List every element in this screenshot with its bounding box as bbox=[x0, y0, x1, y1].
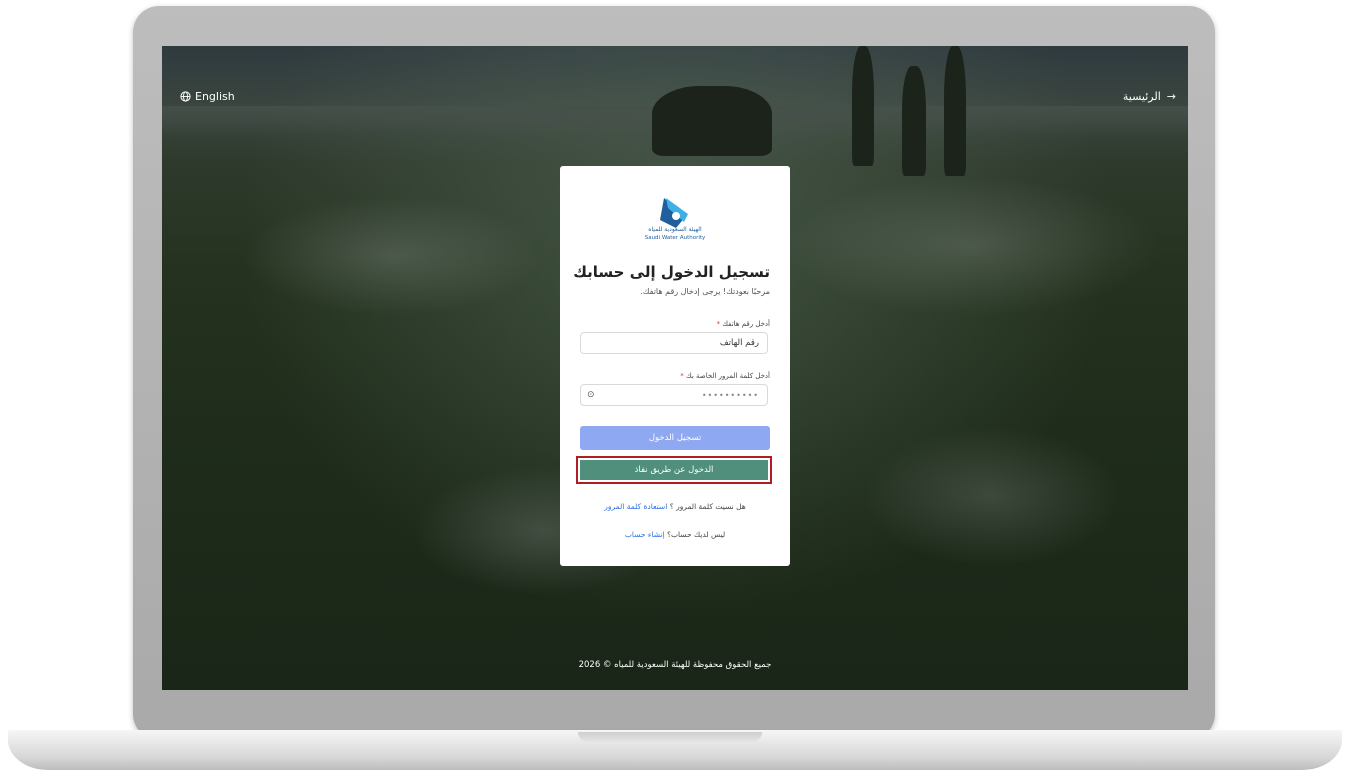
page-title: تسجيل الدخول إلى حسابك bbox=[573, 263, 770, 281]
phone-field[interactable]: رقم الهاتف bbox=[580, 332, 768, 354]
required-mark: * bbox=[680, 372, 684, 380]
login-card: الهيئة السعودية للمياه Saudi Water Autho… bbox=[560, 166, 790, 566]
home-link[interactable]: الرئيسية → bbox=[1123, 90, 1176, 103]
required-mark: * bbox=[716, 320, 721, 328]
background-spray bbox=[862, 426, 1122, 566]
globe-icon bbox=[180, 91, 191, 102]
background-spray bbox=[782, 176, 1162, 316]
create-account-link[interactable]: إنشاء حساب bbox=[625, 530, 665, 539]
phone-placeholder: رقم الهاتف bbox=[719, 338, 759, 348]
background-tree bbox=[852, 46, 874, 166]
home-label: الرئيسية bbox=[1122, 90, 1161, 103]
nafath-highlight: الدخول عن طريق نفاذ bbox=[576, 456, 772, 484]
password-label: أدخل كلمة المرور الخاصة بك * bbox=[680, 372, 770, 380]
background-spray bbox=[242, 196, 542, 316]
laptop-notch bbox=[578, 732, 762, 742]
background-trees bbox=[652, 86, 772, 156]
copyright-footer: جميع الحقوق محفوظة للهيئة السعودية للميا… bbox=[578, 660, 772, 670]
recover-password-link[interactable]: استعادة كلمة المرور bbox=[604, 502, 667, 511]
language-switch[interactable]: English bbox=[180, 90, 235, 103]
background-tree bbox=[944, 46, 966, 176]
eye-icon[interactable]: ⊙ bbox=[587, 390, 595, 400]
logo-name-en: Saudi Water Authority bbox=[644, 235, 706, 241]
arrow-right-icon: → bbox=[1166, 90, 1176, 103]
signup-row: ليس لديك حساب؟ إنشاء حساب bbox=[560, 530, 790, 539]
language-label: English bbox=[195, 90, 235, 103]
password-field[interactable]: •••••••••• ⊙ bbox=[580, 384, 768, 406]
forgot-text: هل نسيت كلمة المرور ؟ bbox=[669, 502, 746, 511]
phone-label: أدخل رقم هاتفك * bbox=[716, 320, 770, 328]
background-tree bbox=[902, 66, 926, 176]
logo-name-ar: الهيئة السعودية للمياه bbox=[648, 226, 702, 233]
no-account-text: ليس لديك حساب؟ bbox=[666, 530, 726, 539]
screen: English الرئيسية → الهيئة السعودية للميا… bbox=[162, 46, 1188, 690]
nafath-login-button[interactable]: الدخول عن طريق نفاذ bbox=[580, 460, 768, 480]
login-button[interactable]: تسجيل الدخول bbox=[580, 426, 770, 450]
forgot-password-row: هل نسيت كلمة المرور ؟ استعادة كلمة المرو… bbox=[560, 502, 790, 511]
password-value: •••••••••• bbox=[701, 390, 759, 400]
page-subtitle: مرحبًا بعودتك! يرجى إدخال رقم هاتفك. bbox=[640, 287, 770, 296]
